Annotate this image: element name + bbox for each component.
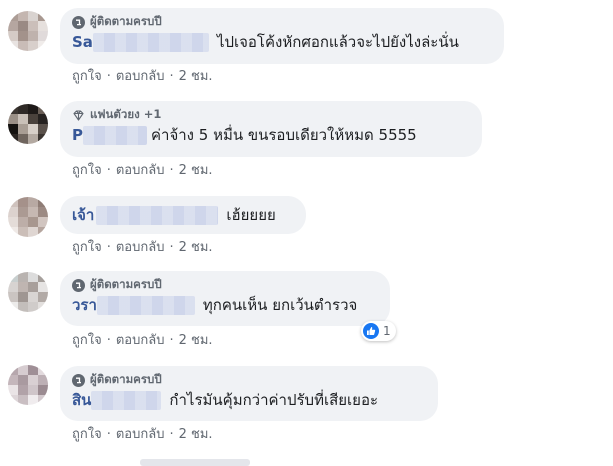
like-link[interactable]: ถูกใจ — [72, 240, 102, 255]
timestamp[interactable]: 2 ชม. — [179, 240, 213, 255]
comment-text: ทุกคนเห็น ยกเว้นตำรวจ — [202, 296, 358, 314]
like-link[interactable]: ถูกใจ — [72, 163, 102, 178]
badge-label: ผู้ติดตามครบปี — [90, 372, 162, 386]
comment-actions: ถูกใจ · ตอบกลับ · 2 ชม. — [72, 240, 213, 256]
badge-label: แฟนตัวยง +1 — [90, 107, 162, 121]
avatar[interactable] — [8, 365, 48, 405]
reply-link[interactable]: ตอบกลับ — [116, 69, 165, 84]
comment-text: ไปเจอโค้งหักศอกแล้วจะไปยังไงล่ะนั่น — [216, 33, 459, 51]
separator-dot: · — [169, 69, 174, 84]
comment-bubble: แฟนตัวยง +1 P ค่าจ้าง 5 หมื่น ขนรอบเดียว… — [60, 101, 482, 157]
badge-label: ผู้ติดตามครบปี — [90, 277, 162, 291]
top-fan-badge: ผู้ติดตามครบปี — [72, 277, 378, 293]
comment-bubble: เจ้า เฮ้ยยยย — [60, 196, 306, 234]
comment-actions: ถูกใจ · ตอบกลับ · 2 ชม. — [72, 333, 213, 349]
avatar[interactable] — [8, 104, 48, 144]
reaction-count: 1 — [383, 324, 391, 338]
follower-badge-icon — [72, 278, 85, 292]
top-fan-badge: แฟนตัวยง +1 — [72, 107, 470, 123]
separator-dot: · — [169, 427, 174, 442]
next-comment-cutoff — [140, 459, 250, 466]
separator-dot: · — [106, 69, 111, 84]
redacted-name — [83, 125, 147, 145]
thumbs-up-icon — [363, 323, 379, 339]
timestamp[interactable]: 2 ชม. — [179, 69, 213, 84]
top-fan-badge: ผู้ติดตามครบปี — [72, 14, 492, 30]
comment-text: กำไรมันคุ้มกว่าค่าปรับที่เสียเยอะ — [169, 391, 379, 409]
timestamp[interactable]: 2 ชม. — [179, 333, 213, 348]
comment-bubble: ผู้ติดตามครบปี สิน กำไรมันคุ้มกว่าค่าปรั… — [60, 366, 438, 421]
avatar[interactable] — [8, 197, 48, 237]
like-link[interactable]: ถูกใจ — [72, 427, 102, 442]
redacted-name — [96, 205, 219, 225]
commenter-name[interactable]: Sa — [72, 33, 93, 51]
timestamp[interactable]: 2 ชม. — [179, 163, 213, 178]
like-link[interactable]: ถูกใจ — [72, 69, 102, 84]
redacted-name — [91, 390, 162, 410]
comment-text: ค่าจ้าง 5 หมื่น ขนรอบเดียวให้หมด 5555 — [151, 126, 417, 144]
separator-dot: · — [169, 240, 174, 255]
commenter-name[interactable]: วรา — [72, 293, 97, 317]
separator-dot: · — [106, 163, 111, 178]
separator-dot: · — [106, 427, 111, 442]
comment-bubble: ผู้ติดตามครบปี Sa ไปเจอโค้งหักศอกแล้วจะไ… — [60, 8, 504, 64]
reply-link[interactable]: ตอบกลับ — [116, 427, 165, 442]
diamond-icon — [73, 109, 84, 121]
top-fan-badge: ผู้ติดตามครบปี — [72, 372, 426, 388]
redacted-name — [92, 32, 209, 52]
follower-badge-icon — [72, 15, 85, 29]
follower-badge-icon — [72, 373, 85, 387]
reply-link[interactable]: ตอบกลับ — [116, 163, 165, 178]
commenter-name[interactable]: สิน — [72, 388, 91, 412]
like-link[interactable]: ถูกใจ — [72, 333, 102, 348]
separator-dot: · — [106, 333, 111, 348]
timestamp[interactable]: 2 ชม. — [179, 427, 213, 442]
badge-label: ผู้ติดตามครบปี — [90, 14, 162, 28]
reply-link[interactable]: ตอบกลับ — [116, 333, 165, 348]
avatar[interactable] — [8, 11, 48, 51]
avatar[interactable] — [8, 272, 48, 312]
comment-actions: ถูกใจ · ตอบกลับ · 2 ชม. — [72, 427, 213, 443]
reaction-summary[interactable]: 1 — [361, 321, 396, 341]
separator-dot: · — [106, 240, 111, 255]
separator-dot: · — [169, 163, 174, 178]
comment-bubble: ผู้ติดตามครบปี วรา ทุกคนเห็น ยกเว้นตำรวจ — [60, 271, 390, 326]
comment-actions: ถูกใจ · ตอบกลับ · 2 ชม. — [72, 69, 213, 85]
reply-link[interactable]: ตอบกลับ — [116, 240, 165, 255]
comment-text: เฮ้ยยยย — [226, 206, 276, 224]
redacted-name — [96, 295, 195, 315]
commenter-name[interactable]: P — [72, 126, 83, 144]
separator-dot: · — [169, 333, 174, 348]
comment-actions: ถูกใจ · ตอบกลับ · 2 ชม. — [72, 163, 213, 179]
commenter-name[interactable]: เจ้า — [72, 203, 94, 227]
